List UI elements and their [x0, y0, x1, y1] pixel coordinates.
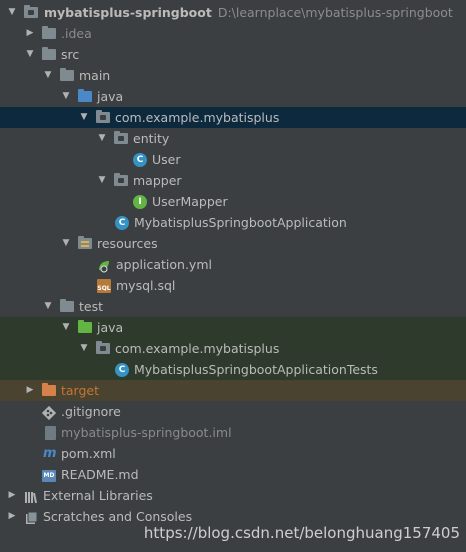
project-path: D:\learnplace\mybatisplus-springboot [217, 5, 453, 20]
tree-node-gitignore[interactable]: .gitignore [0, 401, 466, 422]
tree-node-application-yml[interactable]: application.yml [0, 254, 466, 275]
folder-icon [42, 47, 56, 60]
watermark: https://blog.csdn.net/belonghuang157405 [143, 524, 460, 542]
expanded-arrow-icon[interactable]: ▼ [60, 233, 72, 254]
interface-icon: I [133, 195, 147, 209]
tree-node-src[interactable]: ▼ src [0, 44, 466, 65]
resources-folder-icon [78, 236, 92, 249]
collapsed-arrow-icon[interactable]: ▶ [24, 380, 36, 401]
folder-icon [42, 26, 56, 39]
tree-node-label: src [61, 47, 80, 62]
package-icon [114, 173, 128, 186]
expanded-arrow-icon[interactable]: ▼ [42, 296, 54, 317]
expanded-arrow-icon[interactable]: ▼ [6, 2, 18, 23]
tree-node-label: mybatisplus-springboot.iml [61, 425, 232, 440]
tree-node-label: .idea [61, 26, 92, 41]
tree-node-label: application.yml [116, 257, 212, 272]
tree-node-label: com.example.mybatisplus [115, 341, 280, 356]
tree-node-label: mapper [133, 173, 182, 188]
expanded-arrow-icon[interactable]: ▼ [96, 170, 108, 191]
tree-node-idea[interactable]: ▶ .idea [0, 23, 466, 44]
tree-node-external-libraries[interactable]: ▶ External Libraries [0, 485, 466, 506]
project-name: mybatisplus-springboot [44, 5, 212, 20]
tree-node-label: UserMapper [152, 194, 228, 209]
tree-node-test-class[interactable]: C MybatisplusSpringbootApplicationTests [0, 359, 466, 380]
expanded-arrow-icon[interactable]: ▼ [78, 107, 90, 128]
project-tree: ▼ mybatisplus-springboot D:\learnplace\my… [0, 2, 466, 527]
expanded-arrow-icon[interactable]: ▼ [60, 86, 72, 107]
tree-node-target[interactable]: ▶ target [0, 380, 466, 401]
tree-node-label: .gitignore [61, 404, 121, 419]
maven-icon: m [43, 446, 57, 461]
tree-node-resources[interactable]: ▼ resources [0, 233, 466, 254]
tree-node-entity[interactable]: ▼ entity [0, 128, 466, 149]
test-folder-icon [78, 320, 92, 333]
scratches-icon [24, 510, 38, 524]
tree-node-application[interactable]: C MybatisplusSpringbootApplication [0, 212, 466, 233]
tree-node-label: java [97, 320, 124, 335]
tree-node-label: resources [97, 236, 158, 251]
package-icon [96, 110, 110, 123]
tree-node-user[interactable]: C User [0, 149, 466, 170]
tree-node-pom[interactable]: m pom.xml [0, 443, 466, 464]
tree-node-test-java[interactable]: ▼ java [0, 317, 466, 338]
tree-node-label: mysql.sql [116, 278, 176, 293]
tree-node-mapper[interactable]: ▼ mapper [0, 170, 466, 191]
sql-file-icon: SQL [97, 279, 111, 293]
tree-node-test[interactable]: ▼ test [0, 296, 466, 317]
spring-boot-class-icon: C [115, 216, 129, 230]
class-icon: C [133, 153, 147, 167]
expanded-arrow-icon[interactable]: ▼ [78, 338, 90, 359]
collapsed-arrow-icon[interactable]: ▶ [6, 485, 18, 506]
tree-node-label: target [61, 383, 100, 398]
test-class-icon: C [115, 363, 129, 377]
tree-node-test-package[interactable]: ▼ com.example.mybatisplus [0, 338, 466, 359]
tree-node-main[interactable]: ▼ main [0, 65, 466, 86]
library-icon [24, 489, 38, 504]
markdown-icon: MD [42, 470, 56, 482]
iml-file-icon [45, 426, 56, 440]
tree-node-label: java [97, 89, 124, 104]
tree-node-label: MybatisplusSpringbootApplicationTests [134, 362, 378, 377]
tree-node-label: pom.xml [61, 446, 116, 461]
tree-node-iml[interactable]: mybatisplus-springboot.iml [0, 422, 466, 443]
package-icon [114, 131, 128, 144]
expanded-arrow-icon[interactable]: ▼ [60, 317, 72, 338]
tree-node-label: test [79, 299, 104, 314]
tree-node-label: MybatisplusSpringbootApplication [134, 215, 347, 230]
tree-node-mysql-sql[interactable]: SQL mysql.sql [0, 275, 466, 296]
package-icon [96, 341, 110, 354]
tree-node-label: entity [133, 131, 170, 146]
tree-node-label: User [152, 152, 181, 167]
folder-icon [60, 299, 74, 312]
expanded-arrow-icon[interactable]: ▼ [96, 128, 108, 149]
collapsed-arrow-icon[interactable]: ▶ [24, 23, 36, 44]
excluded-folder-icon [42, 383, 56, 396]
tree-node-label: README.md [61, 467, 139, 482]
tree-node-readme[interactable]: MD README.md [0, 464, 466, 485]
spring-yml-icon [97, 258, 111, 273]
tree-node-user-mapper[interactable]: I UserMapper [0, 191, 466, 212]
tree-node-package[interactable]: ▼ com.example.mybatisplus [0, 107, 466, 128]
tree-node-project[interactable]: ▼ mybatisplus-springboot D:\learnplace\my… [0, 2, 466, 23]
tree-node-label: main [79, 68, 111, 83]
tree-node-label: External Libraries [43, 488, 153, 503]
git-icon [41, 405, 57, 421]
collapsed-arrow-icon[interactable]: ▶ [6, 506, 18, 527]
folder-icon [60, 68, 74, 81]
source-folder-icon [78, 89, 92, 102]
module-folder-icon [24, 5, 38, 18]
tree-node-java[interactable]: ▼ java [0, 86, 466, 107]
tree-node-label: com.example.mybatisplus [115, 110, 280, 125]
expanded-arrow-icon[interactable]: ▼ [42, 65, 54, 86]
expanded-arrow-icon[interactable]: ▼ [24, 44, 36, 65]
